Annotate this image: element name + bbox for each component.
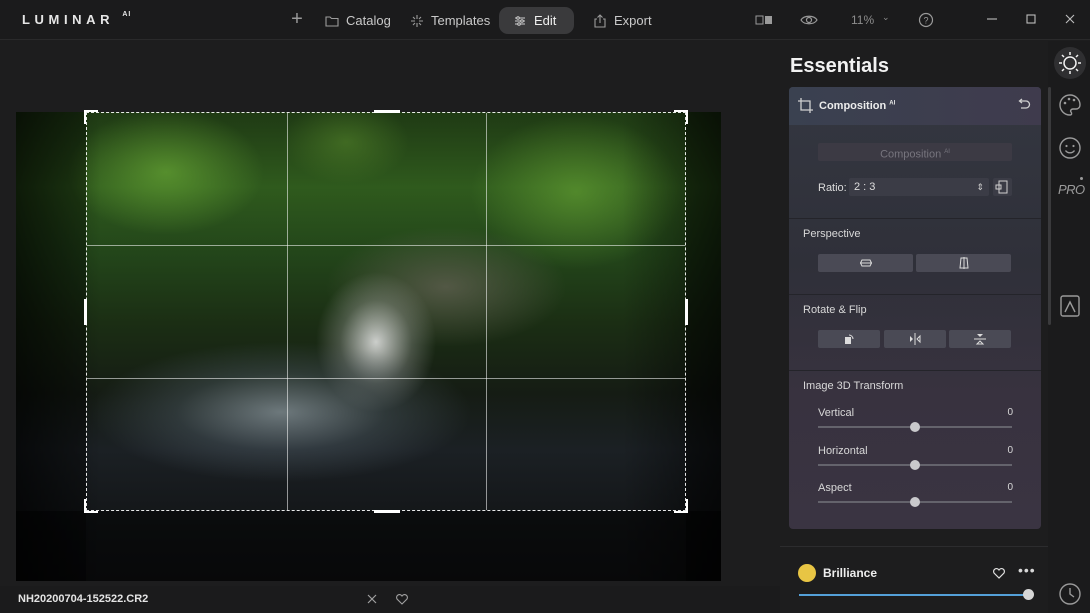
crop-handle-right[interactable] [685,299,688,325]
crop-grid-line [486,113,487,510]
divider [789,294,1041,295]
crop-grid-line [287,113,288,510]
crop-handle-bottom-right[interactable] [674,499,688,513]
catalog-tab[interactable]: Catalog [311,7,405,34]
crop-frame[interactable] [84,110,688,513]
divider [789,370,1041,371]
orientation-swap-icon[interactable] [993,178,1012,196]
updown-chevron-icon: ⇕ [976,182,984,192]
pro-tools-icon[interactable]: PRO [1058,182,1085,197]
horizontal-slider-value: 0 [1007,445,1013,456]
essentials-sun-icon[interactable] [1056,49,1084,77]
flip-horizontal-icon [910,333,921,345]
reject-x-icon[interactable] [365,592,379,606]
catalog-label: Catalog [346,13,391,28]
sliders-icon [515,15,525,26]
close-icon[interactable] [1062,11,1078,27]
flip-vertical-button[interactable] [949,330,1011,348]
favorite-heart-icon[interactable] [395,592,409,606]
perspective-vertical-button[interactable] [916,254,1011,272]
composition-title: Composition AI [819,100,896,112]
crop-handle-left[interactable] [84,299,87,325]
add-button[interactable]: + [286,8,308,30]
divider [789,218,1041,219]
edit-tab[interactable]: Edit [499,7,574,34]
aspect-slider-value: 0 [1007,482,1013,493]
top-bar: LUMINAR AI + Catalog Templates Edit Expo… [0,0,1090,40]
app-logo: LUMINAR AI [22,10,132,27]
status-bar: NH20200704-152522.CR2 [0,586,780,613]
brilliance-label: Brilliance [823,566,878,580]
ratio-value: 2 : 3 [854,181,876,193]
templates-label: Templates [431,13,491,28]
eye-icon[interactable] [800,11,818,29]
edit-panel: Essentials Composition AI Composition AI… [780,41,1048,613]
rotate-button[interactable] [818,330,880,348]
crop-grid-line [87,378,685,379]
flip-horizontal-button[interactable] [884,330,946,348]
brilliance-slider-track[interactable] [799,594,1028,596]
image-3d-transform-label: Image 3D Transform [803,380,904,392]
export-label: Export [614,13,652,28]
crop-handle-bottom-left[interactable] [84,499,98,513]
maximize-icon[interactable] [1023,11,1039,27]
composition-card: Composition AI Composition AI Ratio: 2 :… [789,87,1041,529]
crop-dim-bottom [16,511,721,581]
ratio-label: Ratio: [818,182,847,194]
brilliance-tool[interactable]: Brilliance ••• [780,546,1048,613]
vertical-slider-knob[interactable] [910,422,920,432]
perspective-horizontal-button[interactable] [818,254,913,272]
templates-tab[interactable]: Templates [396,7,504,34]
panel-title: Essentials [790,55,889,77]
compare-icon[interactable] [755,11,773,29]
sparkle-icon [411,14,423,27]
file-name: NH20200704-152522.CR2 [18,593,149,605]
composition-header[interactable]: Composition AI [789,87,1041,125]
horizontal-slider-label: Horizontal [818,445,868,457]
crop-handle-top-right[interactable] [674,110,688,124]
rotate-flip-label: Rotate & Flip [803,304,867,316]
crop-handle-top[interactable] [374,110,400,113]
svg-text:?: ? [923,16,928,26]
tool-rail: PRO [1048,41,1090,613]
brilliance-sun-icon [798,564,816,582]
zoom-level[interactable]: 11% [851,13,874,27]
perspective-label: Perspective [803,228,861,240]
aspect-slider-knob[interactable] [910,497,920,507]
vertical-slider-label: Vertical [818,407,855,419]
rotate-icon [845,334,854,344]
favorite-heart-icon[interactable] [992,566,1006,580]
crop-icon [798,98,813,113]
flip-vertical-icon [974,334,986,345]
portrait-smile-icon[interactable] [1056,134,1084,162]
edit-label: Edit [534,13,557,28]
crop-handle-bottom[interactable] [374,510,400,513]
brilliance-slider-knob[interactable] [1022,589,1034,600]
pro-indicator [1080,177,1083,180]
help-icon[interactable]: ? [918,12,934,28]
horizontal-perspective-icon [859,259,872,267]
crop-grid-line [87,245,685,246]
crop-handle-top-left[interactable] [84,110,98,124]
history-clock-icon[interactable] [1056,580,1084,608]
panel-scrollbar[interactable] [1048,87,1051,325]
zoom-chevron-down-icon[interactable]: ⌄ [882,12,890,23]
folder-icon [325,15,339,27]
aspect-slider-label: Aspect [818,482,852,494]
local-masking-icon[interactable] [1056,292,1084,320]
reset-icon[interactable] [1016,98,1031,113]
more-options-icon[interactable]: ••• [1018,562,1036,578]
share-icon [594,13,606,28]
ratio-select[interactable]: 2 : 3 ⇕ [849,178,989,196]
horizontal-slider-knob[interactable] [910,460,920,470]
vertical-perspective-icon [958,257,969,269]
export-tab[interactable]: Export [579,7,666,34]
vertical-slider-value: 0 [1007,407,1013,418]
minimize-icon[interactable] [984,11,1000,27]
composition-ai-button[interactable]: Composition AI [818,143,1012,161]
creative-palette-icon[interactable] [1056,91,1084,119]
